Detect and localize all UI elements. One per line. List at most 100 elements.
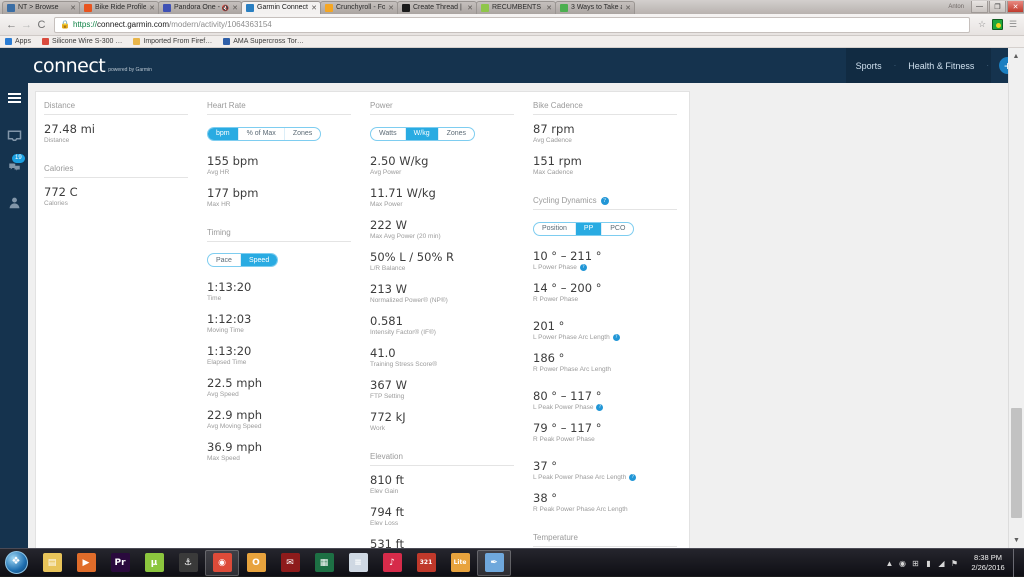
tray-icon-5[interactable]: ◢ bbox=[935, 559, 948, 568]
tab-title: RECUMBENTS - BentRider bbox=[492, 2, 543, 14]
browser-tab-7[interactable]: RECUMBENTS - BentRider✕ bbox=[476, 1, 556, 14]
metric-min-elev: 531 ftMin Elev bbox=[370, 537, 514, 549]
toggle-option-zones[interactable]: Zones bbox=[439, 128, 474, 140]
taskbar-app-premiere-pro[interactable]: Pr bbox=[103, 550, 137, 576]
toggle-option-pco[interactable]: PCO bbox=[602, 223, 633, 235]
metric-value: 794 ft bbox=[370, 505, 514, 519]
tray-icon-6[interactable]: ⚑ bbox=[948, 559, 961, 568]
bookmark-item-2[interactable]: Silicone Wire S-300 … bbox=[42, 38, 122, 45]
metric-avg-hr: 155 bpmAvg HR bbox=[207, 154, 351, 177]
tray-icon-3[interactable]: ⊞ bbox=[909, 559, 922, 568]
browser-tab-1[interactable]: NT > Browse✕ bbox=[2, 1, 80, 14]
tab-close-icon[interactable]: ✕ bbox=[467, 4, 473, 12]
taskbar-app-media-player[interactable]: ▶ bbox=[69, 550, 103, 576]
browser-tab-8[interactable]: 3 Ways to Take a Screensh✕ bbox=[555, 1, 635, 14]
section-heading-label: Cycling Dynamics bbox=[533, 196, 597, 205]
taskbar-app-notepad[interactable]: ≡ bbox=[341, 550, 375, 576]
garmin-connect-logo[interactable]: connect powered by Garmin bbox=[33, 57, 152, 75]
lite-icon: Lite bbox=[451, 553, 470, 572]
metric-l-peak-power-phase: 80 ° – 117 °L Peak Power Phase? bbox=[533, 389, 677, 412]
help-icon[interactable]: ? bbox=[580, 264, 587, 271]
minimize-button[interactable]: — bbox=[971, 1, 988, 13]
tab-close-icon[interactable]: ✕ bbox=[625, 4, 631, 12]
taskbar-app-calendar[interactable]: 321 bbox=[409, 550, 443, 576]
tray-icon-2[interactable]: ◉ bbox=[896, 559, 909, 568]
browser-tab-2[interactable]: Bike Ride Profile | Slightly✕ bbox=[79, 1, 159, 14]
toggle-option-speed[interactable]: Speed bbox=[241, 254, 277, 266]
scrollbar-up-arrow[interactable]: ▲ bbox=[1008, 48, 1024, 64]
help-icon[interactable]: ? bbox=[601, 197, 609, 205]
close-window-button[interactable]: ✕ bbox=[1007, 1, 1024, 13]
start-button[interactable] bbox=[1, 550, 31, 576]
tab-close-icon[interactable]: ✕ bbox=[70, 4, 76, 12]
sidebar-item-menu[interactable] bbox=[0, 83, 28, 113]
toggle-option-bpm[interactable]: bpm bbox=[208, 128, 239, 140]
taskbar-app-chrome[interactable]: ◉ bbox=[205, 550, 239, 576]
help-icon[interactable]: ? bbox=[596, 404, 603, 411]
sidebar-item-connections[interactable]: 19 bbox=[0, 151, 28, 181]
toggle-option-position[interactable]: Position bbox=[534, 223, 576, 235]
sidebar-item-inbox[interactable] bbox=[0, 121, 28, 151]
bookmark-item-4[interactable]: AMA Supercross Tor… bbox=[223, 38, 304, 45]
tray-icon-1[interactable]: ▲ bbox=[883, 559, 896, 568]
tab-close-icon[interactable]: ✕ bbox=[311, 4, 317, 12]
taskbar-app-office[interactable]: O bbox=[239, 550, 273, 576]
taskbar-app-paint[interactable]: ✒ bbox=[477, 550, 511, 576]
metric-value: 50% L / 50% R bbox=[370, 250, 514, 264]
toggle-option-w-kg[interactable]: W/kg bbox=[406, 128, 439, 140]
scrollbar-thumb[interactable] bbox=[1011, 408, 1022, 518]
show-desktop-button[interactable] bbox=[1013, 549, 1020, 577]
notepad-icon: ≡ bbox=[349, 553, 368, 572]
forward-button[interactable]: → bbox=[19, 19, 34, 31]
browser-tab-5[interactable]: Crunchyroll - Forum - Ani✕ bbox=[320, 1, 398, 14]
tab-close-icon[interactable]: ✕ bbox=[546, 4, 552, 12]
toggle-option-zones[interactable]: Zones bbox=[285, 128, 320, 140]
sidebar-item-profile[interactable] bbox=[0, 187, 28, 217]
tab-mute-icon[interactable]: 🔇 bbox=[222, 5, 229, 12]
bookmark-item-1[interactable]: Apps bbox=[5, 38, 31, 45]
browser-tab-4[interactable]: Garmin Connect✕ bbox=[241, 1, 321, 14]
help-icon[interactable]: ? bbox=[613, 334, 620, 341]
tab-close-icon[interactable]: ✕ bbox=[388, 4, 394, 12]
taskbar-app-utorrent[interactable]: µ bbox=[137, 550, 171, 576]
taskbar-app-excel[interactable]: ▦ bbox=[307, 550, 341, 576]
nav-item-sports[interactable]: Sports bbox=[846, 48, 892, 83]
extension-icon[interactable] bbox=[992, 19, 1003, 30]
address-bar[interactable]: 🔒 https:// connect.garmin.com /modern/ac… bbox=[54, 17, 970, 33]
taskbar-app-itunes[interactable]: ♪ bbox=[375, 550, 409, 576]
browser-tab-6[interactable]: Create Thread | Cruzbike F✕ bbox=[397, 1, 477, 14]
toggle-option-pace[interactable]: Pace bbox=[208, 254, 241, 266]
metric-label: Elev Gain bbox=[370, 487, 514, 496]
window-controls: Anton — ❐ ✕ bbox=[948, 0, 1024, 14]
bookmark-favicon-icon bbox=[133, 38, 140, 45]
tab-title: Pandora One - Listen t… bbox=[174, 2, 220, 14]
nav-item-health-fitness[interactable]: Health & Fitness bbox=[898, 48, 984, 83]
tab-close-icon[interactable]: ✕ bbox=[232, 4, 238, 12]
taskbar-clock[interactable]: 8:38 PM 2/26/2016 bbox=[967, 553, 1009, 573]
browser-tab-3[interactable]: Pandora One - Listen t…🔇✕ bbox=[158, 1, 242, 14]
toggle-option-pp[interactable]: PP bbox=[576, 223, 602, 235]
stats-column-1: Distance27.48 miDistanceCalories772 CCal… bbox=[44, 101, 207, 548]
toggle-option-watts[interactable]: Watts bbox=[371, 128, 406, 140]
scrollbar-down-arrow[interactable]: ▼ bbox=[1009, 532, 1024, 548]
reload-button[interactable]: C bbox=[34, 19, 49, 31]
page-scrollbar[interactable]: ▼ bbox=[1008, 48, 1024, 548]
taskbar-app-mail[interactable]: ✉ bbox=[273, 550, 307, 576]
back-button[interactable]: ← bbox=[4, 19, 19, 31]
toggle-option--of-max[interactable]: % of Max bbox=[239, 128, 285, 140]
metric-label: R Peak Power Phase bbox=[533, 435, 677, 444]
taskbar-app-sketchup[interactable]: ⚓ bbox=[171, 550, 205, 576]
bookmark-item-3[interactable]: Imported From Firef… bbox=[133, 38, 212, 45]
taskbar-app-lite[interactable]: Lite bbox=[443, 550, 477, 576]
bookmark-star-icon[interactable]: ☆ bbox=[975, 19, 989, 30]
chrome-menu-icon[interactable]: ☰ bbox=[1006, 19, 1020, 30]
help-icon[interactable]: ? bbox=[629, 474, 636, 481]
tray-icon-4[interactable]: ▮ bbox=[922, 559, 935, 568]
metric-label: L Power Phase? bbox=[533, 263, 677, 272]
clock-date: 2/26/2016 bbox=[967, 563, 1009, 573]
maximize-button[interactable]: ❐ bbox=[989, 1, 1006, 13]
browser-tab-strip: NT > Browse✕Bike Ride Profile | Slightly… bbox=[0, 0, 1024, 14]
metric-label-text: Elapsed Time bbox=[207, 358, 246, 367]
tab-close-icon[interactable]: ✕ bbox=[149, 4, 155, 12]
taskbar-app-explorer[interactable]: ▤ bbox=[35, 550, 69, 576]
